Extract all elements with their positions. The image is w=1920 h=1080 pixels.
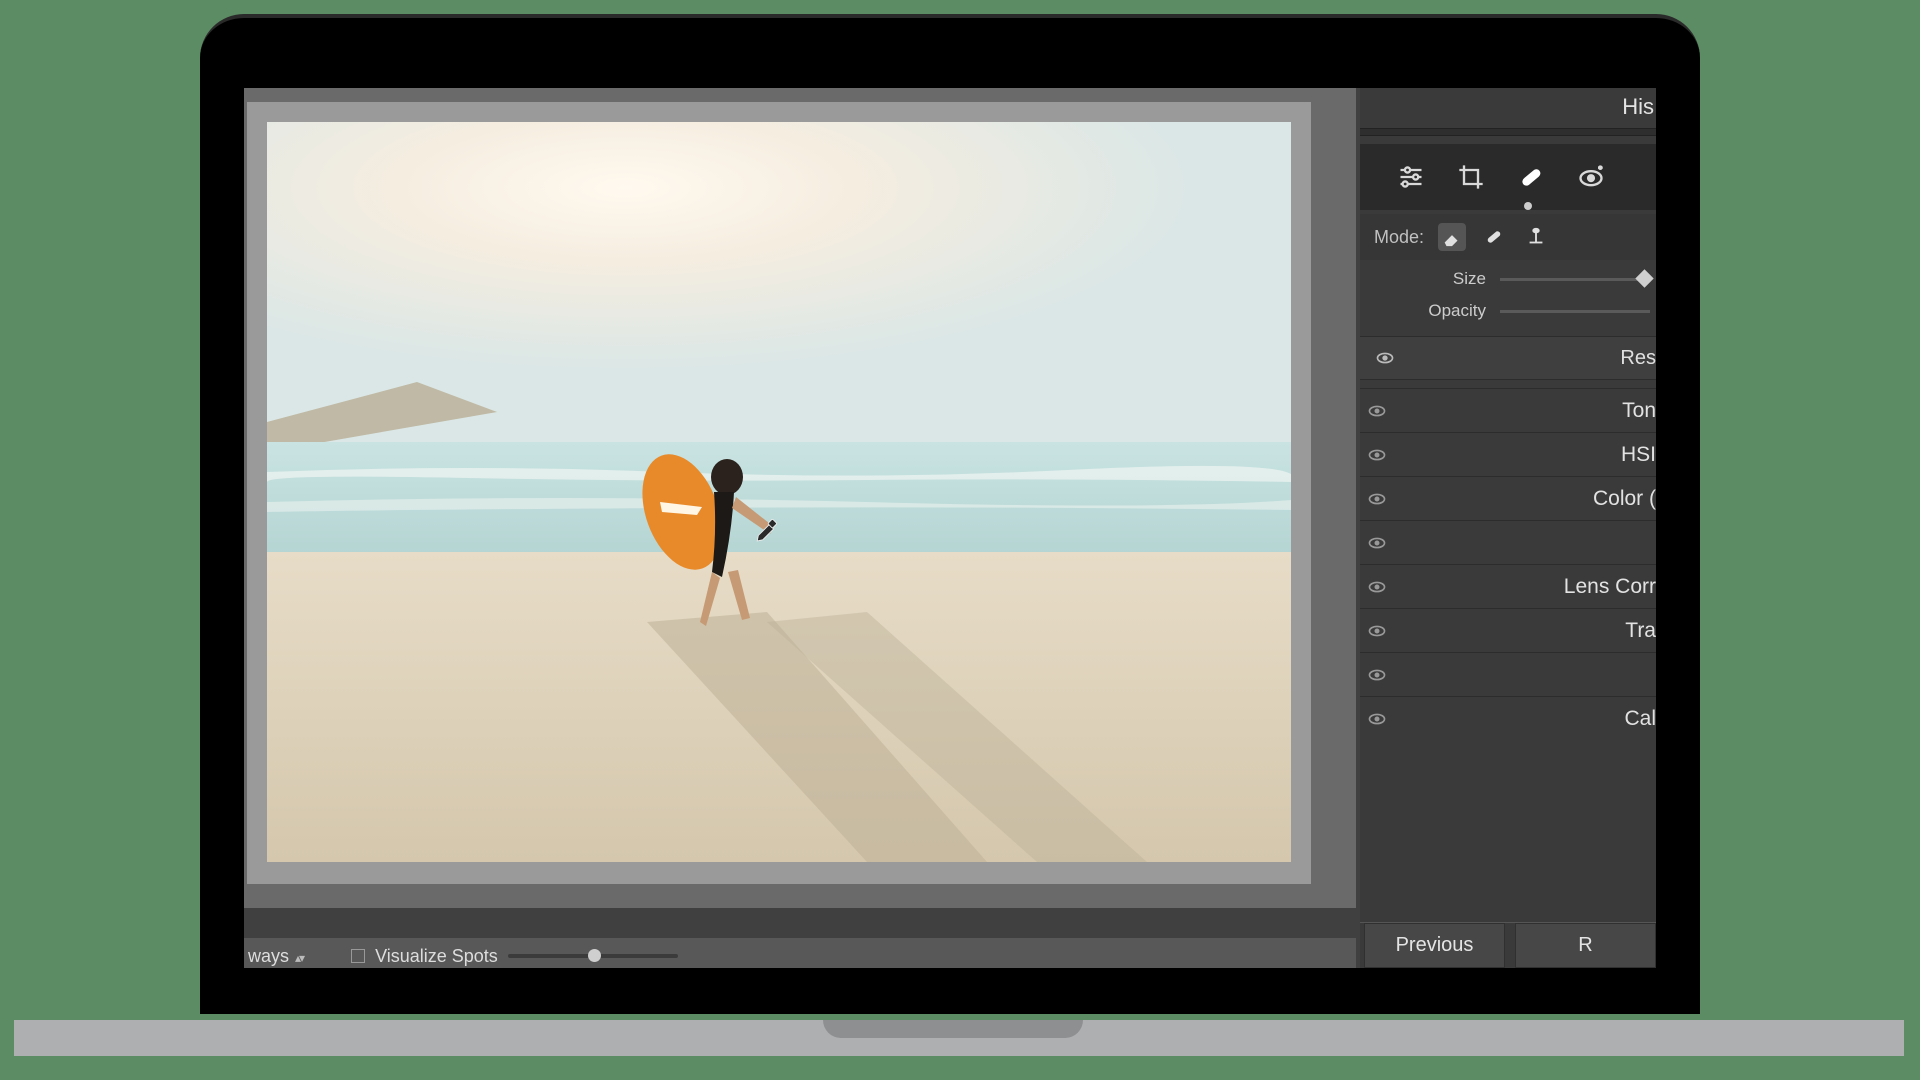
panel-hsl[interactable]: HSI [1360,432,1656,476]
size-slider[interactable] [1500,278,1650,281]
canvas-bottom-toolbar: ways▴▾ Visualize Spots [244,938,1356,968]
panel-transform[interactable]: Tra [1360,608,1656,652]
panel-effects[interactable] [1360,652,1656,696]
edit-sliders-icon[interactable] [1394,160,1428,194]
size-label: Size [1418,269,1486,289]
mode-heal-icon[interactable] [1480,223,1508,251]
reset-label[interactable]: Res [1620,347,1656,370]
mode-eraser-icon[interactable] [1438,223,1466,251]
opacity-slider-row: Opacity [1360,296,1656,326]
eye-icon[interactable] [1366,532,1388,554]
histogram-divider [1360,128,1656,136]
previous-button[interactable]: Previous [1364,923,1505,968]
photo-frame [247,102,1311,884]
app-screen: ways▴▾ Visualize Spots His [244,88,1656,968]
overlay-mode-dropdown[interactable]: ways▴▾ [248,946,313,967]
visualize-spots-group: Visualize Spots [327,946,678,967]
canvas-area[interactable] [244,88,1356,908]
tool-strip [1360,144,1656,210]
eye-icon[interactable] [1366,576,1388,598]
crop-icon[interactable] [1454,160,1488,194]
mode-label: Mode: [1374,227,1424,248]
eye-icon[interactable] [1366,444,1388,466]
mode-clone-icon[interactable] [1522,223,1550,251]
right-panel: His Mode: [1360,88,1656,968]
beach-photo[interactable] [267,122,1291,862]
panel-footer-buttons: Previous R [1360,922,1656,968]
eye-icon[interactable] [1366,400,1388,422]
panel-calibration[interactable]: Cal [1360,696,1656,740]
reset-button[interactable]: R [1515,923,1656,968]
eye-icon[interactable] [1366,620,1388,642]
visualize-spots-label: Visualize Spots [375,946,498,967]
laptop-frame: ways▴▾ Visualize Spots His [200,14,1700,1014]
mode-row: Mode: [1360,214,1656,260]
eye-icon[interactable] [1366,708,1388,730]
visualize-spots-slider[interactable] [508,954,678,958]
opacity-slider[interactable] [1500,310,1650,313]
histogram-header[interactable]: His [1360,94,1656,120]
healing-bandaid-icon[interactable] [1514,160,1548,194]
redeye-icon[interactable] [1574,160,1608,194]
eye-icon[interactable] [1366,488,1388,510]
eye-icon[interactable] [1374,347,1396,369]
laptop-notch [823,1020,1083,1038]
opacity-label: Opacity [1418,301,1486,321]
eye-icon[interactable] [1366,664,1388,686]
panel-detail[interactable] [1360,520,1656,564]
visualize-spots-checkbox[interactable] [351,949,365,963]
panel-lens-corrections[interactable]: Lens Corr [1360,564,1656,608]
panel-color[interactable]: Color ( [1360,476,1656,520]
panel-tone[interactable]: Ton [1360,388,1656,432]
size-slider-row: Size [1360,264,1656,294]
reset-row: Res [1360,336,1656,380]
heal-brush-cursor [754,516,780,542]
